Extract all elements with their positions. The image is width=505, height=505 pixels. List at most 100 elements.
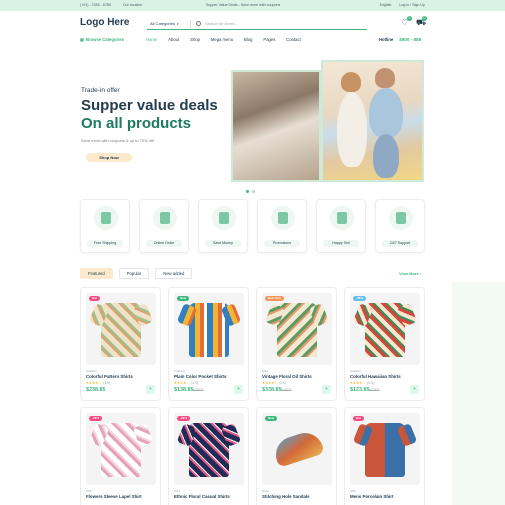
feature-card: Free Shipping xyxy=(80,199,130,253)
search-bar: All Categories ▾ Search for items... xyxy=(147,18,367,30)
wishlist-count: 0 xyxy=(407,16,412,21)
add-to-cart-icon[interactable]: + xyxy=(322,385,331,394)
feature-card: Save Money xyxy=(198,199,248,253)
product-name[interactable]: Colorful Pattern Shirts xyxy=(86,374,133,379)
product-name[interactable]: Flowers Sleeve Lapel Shirt xyxy=(86,494,142,499)
product-card[interactable]: -22% Shirt Flowers Sleeve Lapel Shirt xyxy=(80,407,161,505)
feature-card: Online Order xyxy=(139,199,189,253)
hero-pretitle: Trade-in offer xyxy=(81,87,120,94)
add-to-cart-icon[interactable]: + xyxy=(234,385,243,394)
product-name[interactable]: Plain Color Pocket Shirts xyxy=(174,374,226,379)
product-category[interactable]: Shirt xyxy=(174,489,180,493)
feature-label: Online Order xyxy=(146,240,182,247)
shop-now-button[interactable]: Shop Now xyxy=(86,153,132,162)
save-money-icon xyxy=(212,206,236,230)
add-to-cart-icon[interactable]: + xyxy=(410,385,419,394)
product-card[interactable]: Hot Shirt Mens Porcelain Shirt xyxy=(344,407,425,505)
product-image[interactable]: New xyxy=(174,293,244,365)
view-more-link[interactable]: View More › xyxy=(399,271,421,276)
product-category[interactable]: Clothing xyxy=(86,369,97,373)
happy-sell-icon xyxy=(330,206,354,230)
menu-shop[interactable]: Shop xyxy=(190,37,200,42)
arrow-right-icon: › xyxy=(419,271,422,276)
category-select[interactable]: All Categories ▾ xyxy=(147,19,191,28)
hero-banner: Trade-in offer Supper value deals On all… xyxy=(0,58,505,193)
product-grid: Hot Clothing Colorful Pattern Shirts ★★★… xyxy=(80,287,426,505)
product-card[interactable]: Hot Clothing Colorful Pattern Shirts ★★★… xyxy=(80,287,161,401)
hero-photo-woman xyxy=(231,70,321,182)
star-icons: ★★★★☆ xyxy=(350,381,366,385)
site-logo[interactable]: Logo Here xyxy=(80,17,129,28)
product-name[interactable]: Mens Porcelain Shirt xyxy=(350,494,393,499)
product-category[interactable]: Shirt xyxy=(262,369,268,373)
product-image[interactable]: Hot xyxy=(350,413,420,485)
product-rating: ★★★★☆ (4.5) xyxy=(350,381,374,385)
product-card[interactable]: -22% Shirt Ethnic Floral Casual Shirts xyxy=(168,407,249,505)
wishlist-icon[interactable]: ♡ 0 xyxy=(401,16,412,27)
rating-value: (4.0) xyxy=(103,381,111,385)
menu-pages[interactable]: Pages xyxy=(263,37,275,42)
shirt-shape xyxy=(365,423,405,477)
product-name[interactable]: Vintage Floral Oil Shirts xyxy=(262,374,312,379)
main-nav: ▦ Browse Categories Home About Shop Mega… xyxy=(0,35,505,46)
product-card[interactable]: -30% Clothing Colorful Hawaiian Shirts ★… xyxy=(344,287,425,401)
browse-label: Browse Categories xyxy=(85,37,124,42)
side-panel-shade xyxy=(452,282,505,505)
hero-photo-couple xyxy=(321,60,424,182)
product-category[interactable]: Clothing xyxy=(350,369,361,373)
menu-about[interactable]: About xyxy=(168,37,179,42)
product-image[interactable]: Hot xyxy=(86,293,156,365)
menu-mega[interactable]: Mega menu xyxy=(211,37,233,42)
menu-blog[interactable]: Blog xyxy=(244,37,252,42)
online-order-icon xyxy=(153,206,177,230)
shirt-shape xyxy=(189,423,229,477)
carousel-dots[interactable] xyxy=(246,190,255,193)
menu-home[interactable]: Home xyxy=(146,37,157,42)
tab-popular[interactable]: Popular xyxy=(118,268,150,279)
location-link[interactable]: Our location xyxy=(123,3,142,7)
product-old-price: $255.8 xyxy=(193,388,204,392)
star-icons: ★★★★☆ xyxy=(86,381,102,385)
tab-new-added[interactable]: New added xyxy=(155,268,193,279)
product-category[interactable]: Shirt xyxy=(86,489,92,493)
shirt-shape xyxy=(189,303,229,357)
features-row: Free Shipping Online Order Save Money Pr… xyxy=(80,199,426,253)
product-tabs: Featured Popular New added xyxy=(80,268,193,279)
feature-label: Promotions xyxy=(264,240,300,247)
search-icon[interactable] xyxy=(196,21,201,26)
product-card[interactable]: New Shoe Stitching Hole Sandals xyxy=(256,407,337,505)
browse-categories-button[interactable]: ▦ Browse Categories xyxy=(80,37,124,42)
chevron-down-icon: ▾ xyxy=(176,21,179,26)
product-rating: ★★★★☆ (4.0) xyxy=(174,381,198,385)
add-to-cart-icon[interactable]: + xyxy=(146,385,155,394)
product-badge: Hot xyxy=(89,296,100,301)
tab-featured[interactable]: Featured xyxy=(80,268,113,279)
product-category[interactable]: Shoe xyxy=(262,489,269,493)
product-image[interactable]: New xyxy=(262,413,332,485)
language-select[interactable]: English xyxy=(380,3,392,7)
product-name[interactable]: Ethnic Floral Casual Shirts xyxy=(174,494,230,499)
search-input[interactable]: Search for items... xyxy=(205,21,237,26)
cart-icon[interactable]: ⛟ 0 xyxy=(416,16,427,27)
feature-label: 24/7 Support xyxy=(382,240,418,247)
product-card[interactable]: New Clothing Plain Color Pocket Shirts ★… xyxy=(168,287,249,401)
star-icons: ★★★★☆ xyxy=(262,381,278,385)
menu-contact[interactable]: Contact xyxy=(286,37,300,42)
product-card[interactable]: Best Sell Shirt Vintage Floral Oil Shirt… xyxy=(256,287,337,401)
product-image[interactable]: -22% xyxy=(86,413,156,485)
product-badge: Best Sell xyxy=(265,296,284,301)
account-link[interactable]: Log in / Sign Up xyxy=(399,3,425,7)
product-old-price: $235.8 xyxy=(369,388,380,392)
hero-title: Supper value deals xyxy=(81,97,218,114)
feature-label: Happy Sell xyxy=(323,240,359,247)
product-image[interactable]: -22% xyxy=(174,413,244,485)
product-category[interactable]: Shirt xyxy=(350,489,356,493)
feature-label: Save Money xyxy=(205,240,241,247)
product-image[interactable]: Best Sell xyxy=(262,293,332,365)
product-name[interactable]: Colorful Hawaiian Shirts xyxy=(350,374,401,379)
rating-value: (3.5) xyxy=(279,381,287,385)
product-price: $338.85 xyxy=(262,387,282,393)
product-category[interactable]: Clothing xyxy=(174,369,185,373)
product-name[interactable]: Stitching Hole Sandals xyxy=(262,494,310,499)
product-image[interactable]: -30% xyxy=(350,293,420,365)
